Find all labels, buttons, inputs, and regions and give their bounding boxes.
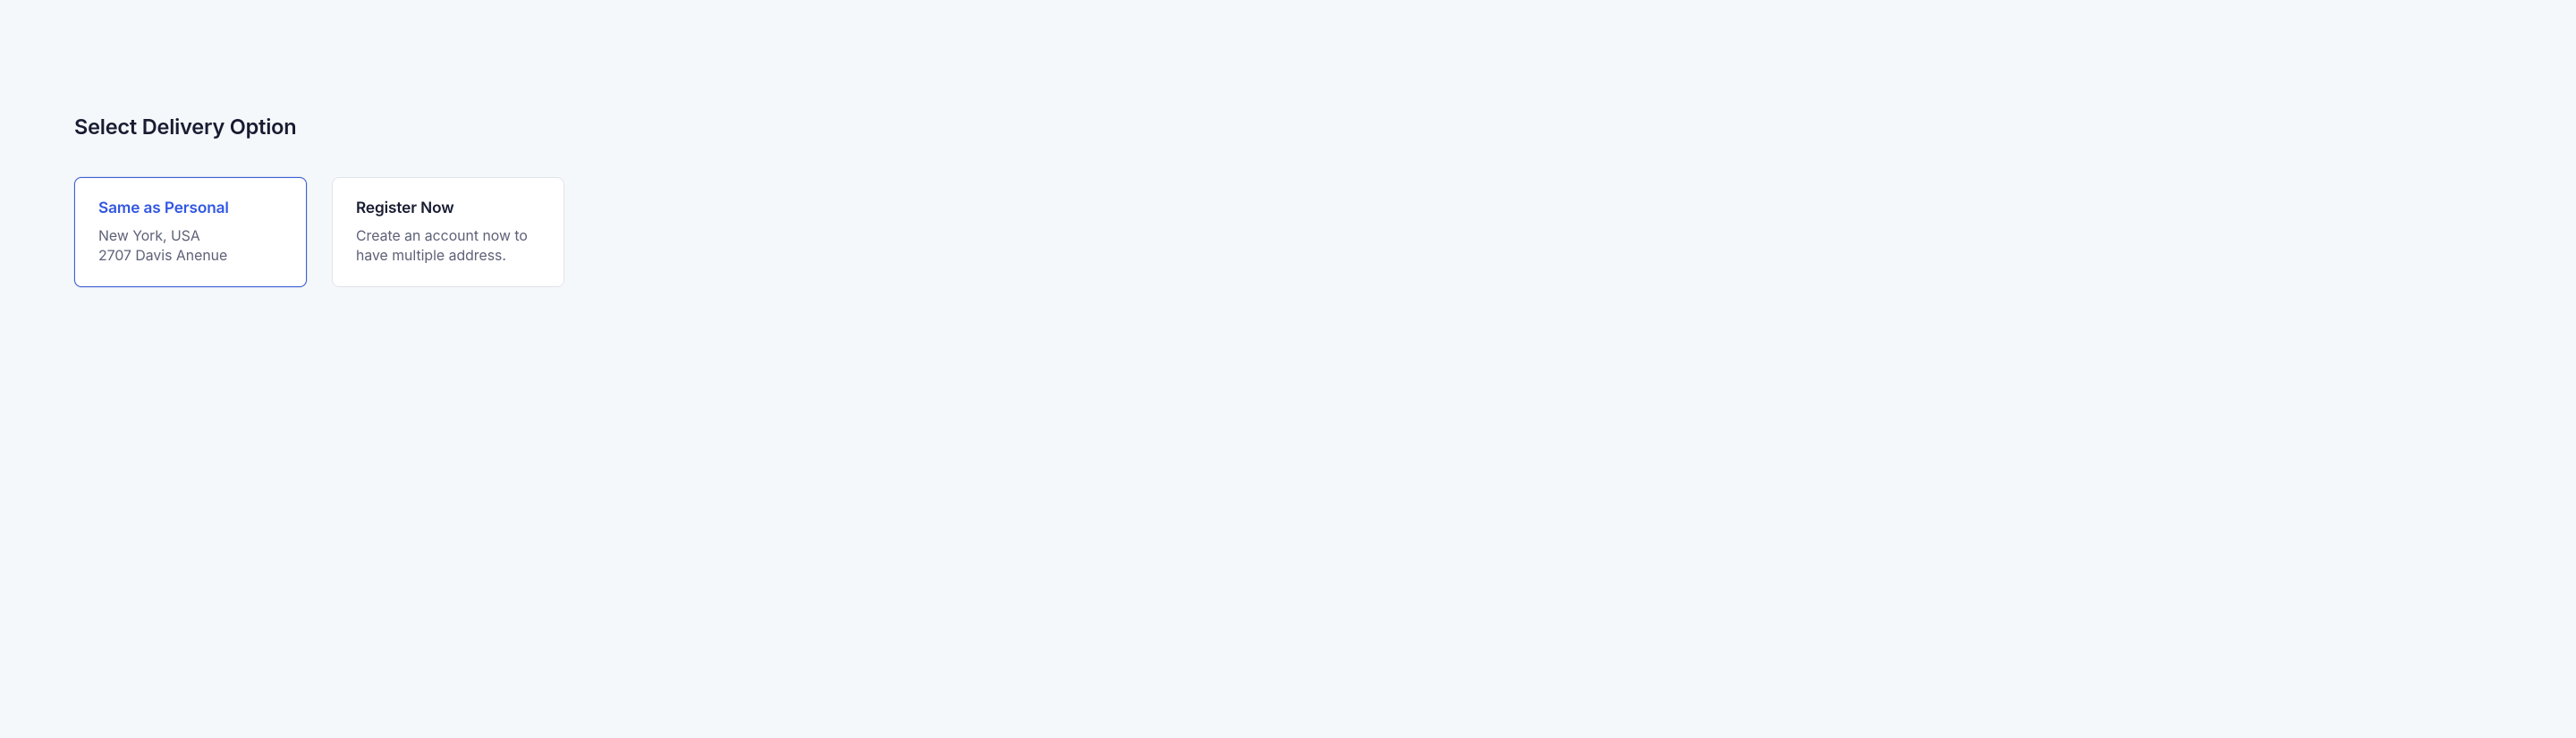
delivery-option-section: Select Delivery Option Same as Personal … [0, 0, 2576, 287]
card-line2-personal: 2707 Davis Anenue [98, 247, 227, 264]
card-line1-personal: New York, USA [98, 227, 200, 244]
card-title-personal: Same as Personal [98, 199, 284, 217]
delivery-option-card-register[interactable]: Register Now Create an account now to ha… [332, 177, 564, 287]
card-title-register: Register Now [356, 199, 542, 217]
card-line1-register: Create an account now to [356, 227, 528, 244]
section-title: Select Delivery Option [74, 114, 2576, 140]
card-line2-register: have multiple address. [356, 247, 506, 264]
card-text-personal: New York, USA 2707 Davis Anenue [98, 226, 284, 266]
delivery-option-cards: Same as Personal New York, USA 2707 Davi… [74, 177, 2576, 287]
delivery-option-card-personal[interactable]: Same as Personal New York, USA 2707 Davi… [74, 177, 307, 287]
card-text-register: Create an account now to have multiple a… [356, 226, 542, 266]
